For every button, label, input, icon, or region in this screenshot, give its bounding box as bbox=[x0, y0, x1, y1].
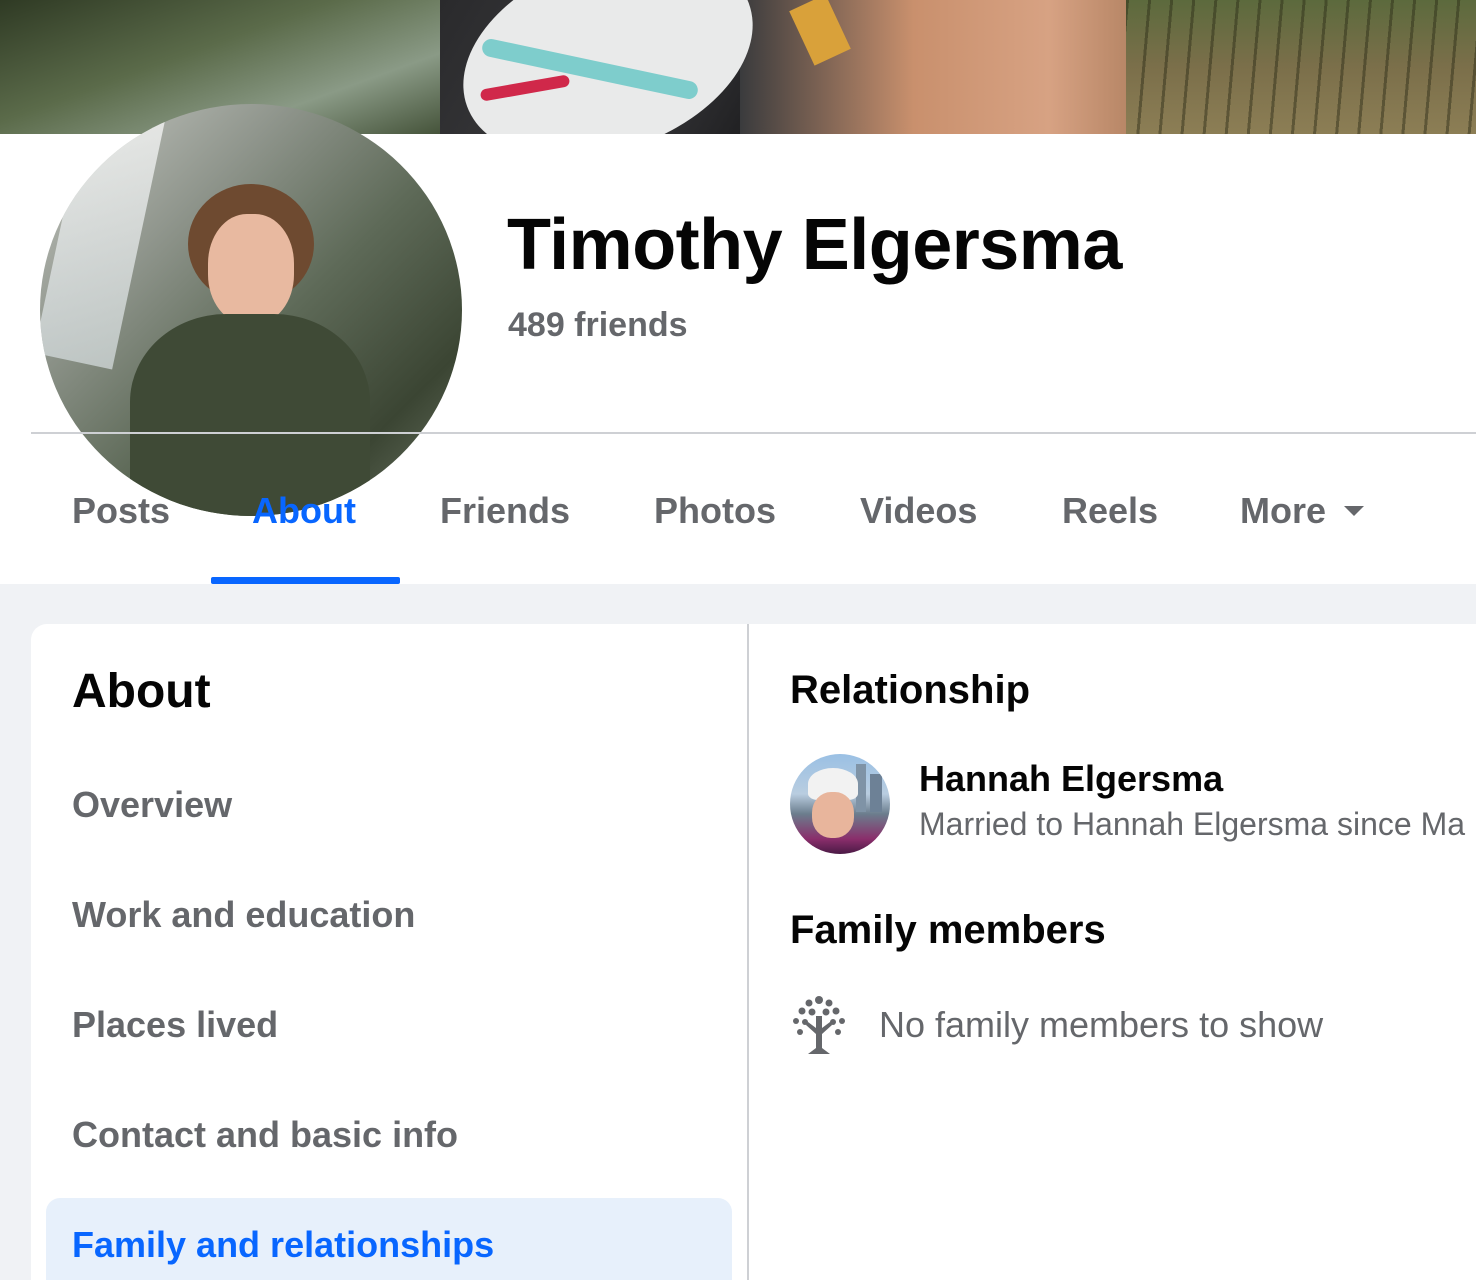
cover-trees-texture bbox=[1126, 0, 1476, 134]
about-nav-family-relationships[interactable]: Family and relationships bbox=[72, 1224, 494, 1266]
relationship-avatar[interactable] bbox=[790, 754, 890, 854]
tab-friends[interactable]: Friends bbox=[440, 490, 570, 532]
about-nav-places-lived[interactable]: Places lived bbox=[72, 1004, 278, 1046]
profile-picture-waterfall bbox=[40, 104, 167, 370]
about-heading: About bbox=[72, 665, 211, 718]
family-tree-icon bbox=[793, 996, 845, 1054]
about-nav-contact-info[interactable]: Contact and basic info bbox=[72, 1114, 458, 1156]
about-card bbox=[31, 624, 1476, 1280]
tab-more[interactable]: More bbox=[1240, 490, 1365, 532]
avatar-building-shape bbox=[870, 774, 882, 812]
active-tab-indicator bbox=[211, 577, 400, 584]
relationship-person-name[interactable]: Hannah Elgersma bbox=[919, 758, 1223, 800]
friends-count[interactable]: 489 friends bbox=[508, 306, 688, 345]
relationship-status: Married to Hannah Elgersma since Ma bbox=[919, 806, 1466, 842]
profile-header: Timothy Elgersma 489 friends Posts About… bbox=[0, 104, 1476, 584]
about-nav-work-education[interactable]: Work and education bbox=[72, 894, 415, 936]
tab-about[interactable]: About bbox=[252, 490, 356, 532]
about-card-divider bbox=[747, 624, 749, 1280]
tab-photos[interactable]: Photos bbox=[654, 490, 776, 532]
caret-down-icon bbox=[1344, 506, 1365, 517]
about-nav-overview[interactable]: Overview bbox=[72, 784, 232, 826]
no-family-members-text: No family members to show bbox=[879, 1004, 1324, 1045]
profile-name: Timothy Elgersma bbox=[507, 205, 1122, 285]
tab-reels[interactable]: Reels bbox=[1062, 490, 1158, 532]
tab-videos[interactable]: Videos bbox=[860, 490, 977, 532]
tab-posts[interactable]: Posts bbox=[72, 490, 170, 532]
profile-picture-face bbox=[208, 214, 294, 324]
tab-more-label: More bbox=[1240, 490, 1327, 531]
avatar-face-shape bbox=[812, 792, 854, 838]
family-members-heading: Family members bbox=[790, 908, 1106, 952]
profile-tabs: Posts About Friends Photos Videos Reels … bbox=[0, 434, 1476, 584]
relationship-heading: Relationship bbox=[790, 668, 1031, 712]
